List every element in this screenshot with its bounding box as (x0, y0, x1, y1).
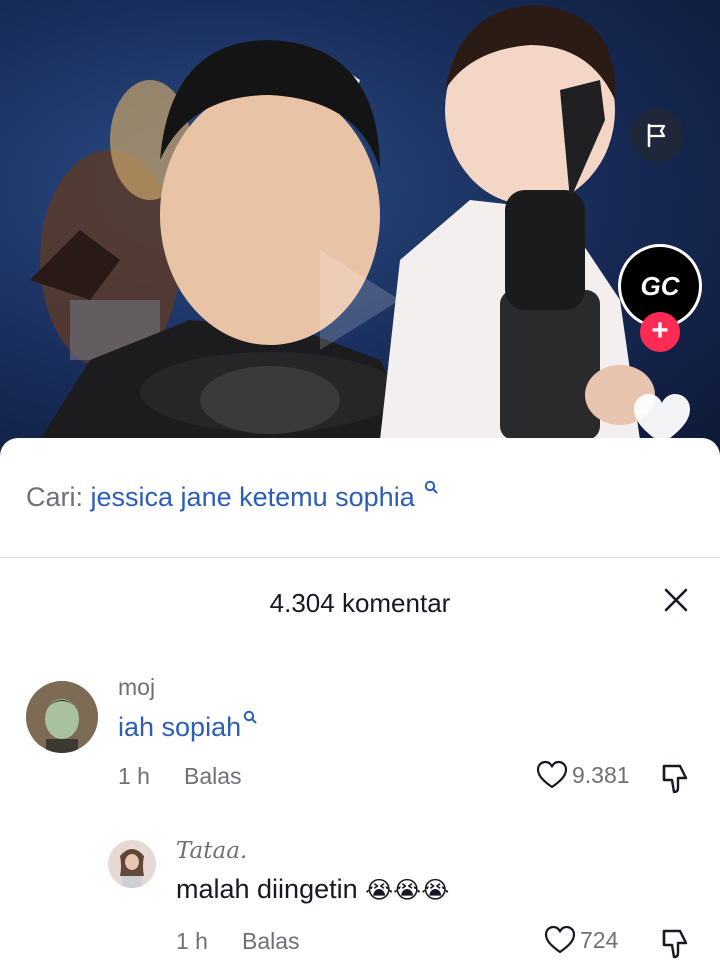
reply-like-button[interactable]: 724 (544, 925, 618, 955)
comment-username[interactable]: moj (118, 674, 155, 701)
comment-text-link[interactable]: iah sopiah (118, 710, 257, 743)
flag-icon (647, 123, 666, 148)
heart-outline-icon (544, 925, 576, 954)
comments-sheet: Cari: jessica jane ketemu sophia 4.304 k… (0, 438, 720, 965)
comment-count-title: 4.304 komentar (269, 588, 451, 618)
plus-icon: + (651, 314, 669, 347)
search-suggestion[interactable]: Cari: jessica jane ketemu sophia (26, 480, 438, 513)
reply-time: 1 h (176, 928, 208, 954)
reply-avatar[interactable] (108, 840, 156, 888)
dislike-icon[interactable] (658, 760, 694, 796)
dislike-icon[interactable] (658, 925, 694, 961)
avatar-image (108, 840, 156, 888)
report-button[interactable] (630, 108, 684, 162)
crying-emoji: 😭😭😭 (365, 877, 450, 904)
search-icon (243, 710, 257, 724)
divider (0, 557, 720, 558)
video-frame (30, 5, 655, 440)
follow-button[interactable]: + (640, 312, 680, 352)
avatar-image (26, 681, 98, 753)
video-player[interactable]: GC + (0, 0, 720, 470)
search-prefix: Cari: (26, 482, 84, 512)
comment-time: 1 h (118, 763, 150, 789)
heart-outline-icon (536, 760, 568, 789)
comment-like-count: 9.381 (572, 761, 630, 788)
comment-text: iah sopiah (118, 712, 242, 742)
comment-like-button[interactable]: 9.381 (536, 760, 630, 790)
creator-badge-text: GC (640, 270, 680, 301)
search-query-link[interactable]: jessica jane ketemu sophia (91, 482, 415, 512)
reply-button[interactable]: Balas (242, 928, 300, 955)
reply-like-count: 724 (580, 926, 619, 953)
heart-icon (634, 394, 690, 444)
avatar[interactable] (26, 681, 98, 753)
reply-username[interactable]: Tataa. (176, 838, 247, 864)
reply-button[interactable]: Balas (184, 763, 242, 790)
search-icon (425, 480, 438, 494)
close-icon[interactable] (660, 584, 692, 616)
reply-text: malah diingetin 😭😭😭 (176, 874, 449, 905)
reply-text-content: malah diingetin (176, 874, 358, 904)
